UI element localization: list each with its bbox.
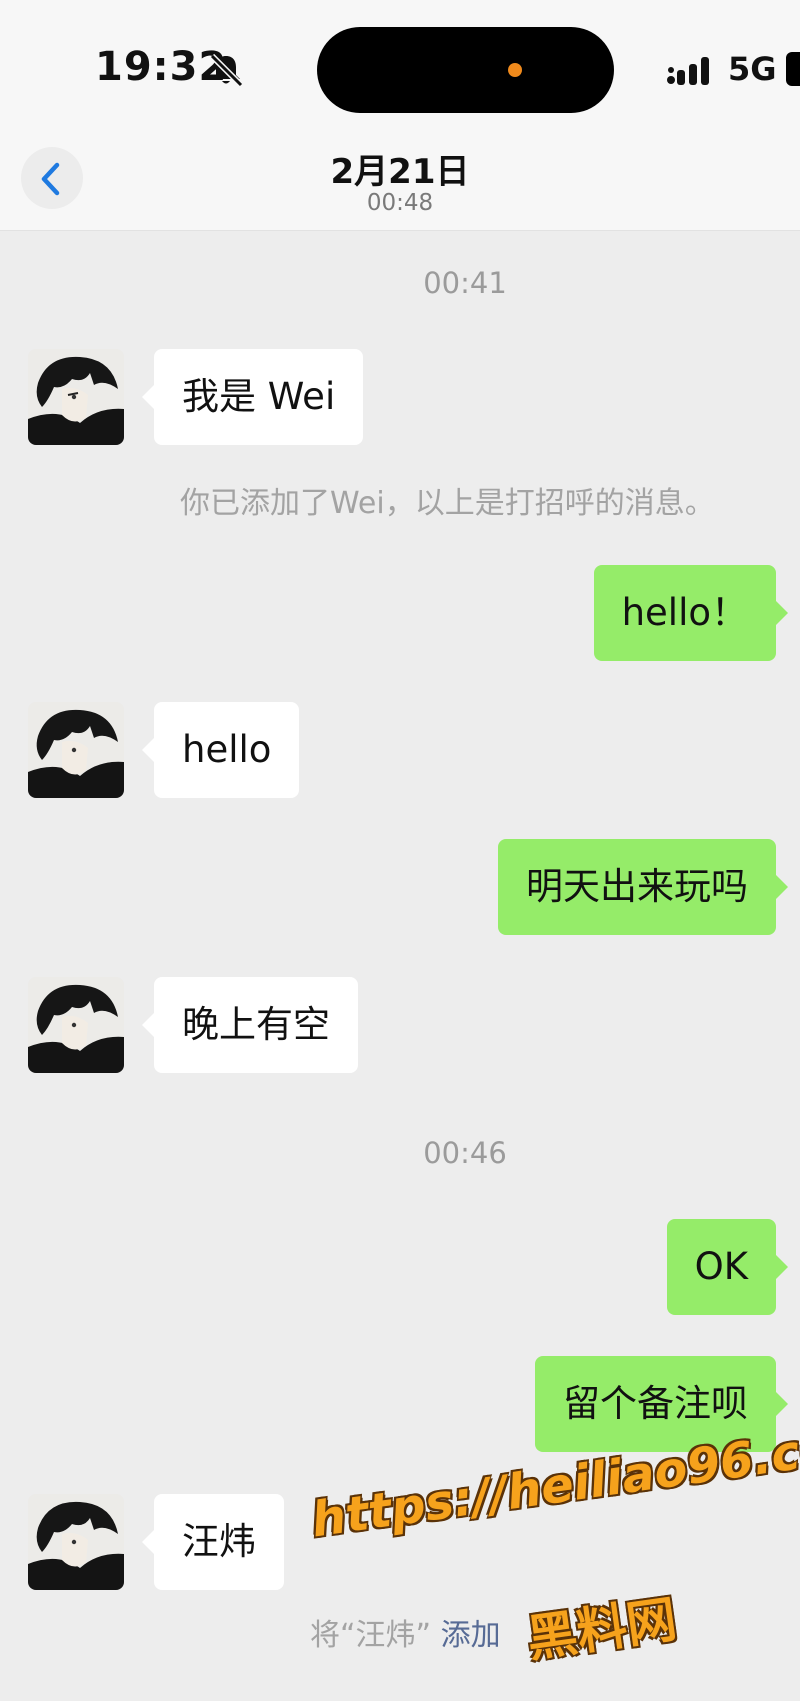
message-timestamp: 00:41 [423, 266, 507, 300]
contact-avatar[interactable] [28, 702, 124, 798]
dynamic-island [317, 27, 614, 113]
message-bubble-incoming[interactable]: 汪炜 [142, 1494, 284, 1590]
battery-icon [786, 52, 800, 86]
watermark-name: 黑料网 [523, 1590, 681, 1669]
chat-subtitle: 00:48 [366, 190, 434, 216]
system-notice: 你已添加了Wei，以上是打招呼的消息。 [180, 486, 715, 521]
network-type: 5G [728, 50, 777, 88]
add-remark-hint: 将“汪炜” 添加 [310, 1610, 501, 1654]
signal-icon [667, 57, 709, 85]
status-bar: 19:32 5G [0, 0, 800, 130]
anime-avatar-image [28, 1494, 124, 1590]
anime-avatar-image [28, 977, 124, 1073]
message-bubble-outgoing[interactable]: hello！ [593, 565, 789, 661]
message-bubble-outgoing[interactable]: 明天出来玩吗 [498, 839, 788, 935]
message-bubble-incoming[interactable]: 晚上有空 [142, 977, 358, 1073]
contact-avatar[interactable] [28, 1494, 124, 1590]
bell-slash-icon [209, 53, 244, 88]
privacy-indicator-dot [508, 63, 522, 77]
contact-avatar[interactable] [28, 977, 124, 1073]
chat-header: 2月21日 00:48 [0, 130, 800, 231]
chat-title: 2月21日 [330, 152, 470, 192]
message-timestamp: 00:46 [423, 1136, 507, 1170]
message-bubble-incoming[interactable]: hello [141, 702, 300, 798]
message-bubble-incoming[interactable]: 我是 Wei [141, 349, 364, 445]
message-bubble-outgoing[interactable]: OK [666, 1219, 789, 1315]
anime-avatar-image [28, 702, 124, 798]
add-remark-link[interactable]: 添加 [441, 1618, 501, 1653]
contact-avatar[interactable] [28, 349, 124, 445]
anime-avatar-image [28, 349, 124, 445]
hint-text: 将“汪炜” [310, 1618, 432, 1653]
